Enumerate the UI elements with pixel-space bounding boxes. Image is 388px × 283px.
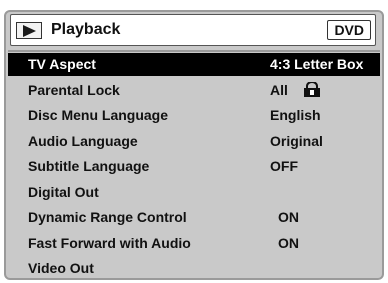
settings-menu: TV Aspect 4:3 Letter Box Parental Lock A… (8, 53, 380, 283)
menu-item-label: Digital Out (28, 183, 99, 200)
menu-item-label: Fast Forward with Audio (28, 234, 191, 251)
menu-item-value: All (270, 81, 288, 98)
menu-item-value: English (270, 107, 321, 123)
menu-item-value: 4:3 Letter Box (270, 56, 364, 72)
menu-item-value: ON (278, 209, 299, 225)
menu-item-tv-aspect[interactable]: TV Aspect 4:3 Letter Box (8, 53, 380, 76)
menu-item-label: Parental Lock (28, 81, 120, 98)
menu-item-audio-language[interactable]: Audio Language Original (8, 130, 380, 156)
menu-item-value: OFF (270, 158, 298, 174)
menu-item-video-out[interactable]: Video Out (8, 257, 380, 283)
menu-item-parental-lock[interactable]: Parental Lock All (8, 79, 380, 105)
menu-item-digital-out[interactable]: Digital Out (8, 181, 380, 207)
menu-item-value: ON (278, 234, 299, 251)
menu-item-label: Subtitle Language (28, 158, 150, 174)
menu-item-value: Original (270, 132, 323, 149)
menu-item-dynamic-range-control[interactable]: Dynamic Range Control ON (8, 206, 380, 232)
menu-item-label: Dynamic Range Control (28, 209, 187, 225)
lock-icon (304, 81, 320, 97)
play-icon (16, 22, 42, 39)
menu-item-disc-menu-language[interactable]: Disc Menu Language English (8, 104, 380, 130)
menu-item-label: Audio Language (28, 132, 138, 149)
menu-item-fast-forward-audio[interactable]: Fast Forward with Audio ON (8, 232, 380, 258)
dvd-badge: DVD (327, 20, 371, 40)
menu-title: Playback (51, 21, 121, 38)
menu-item-label: Disc Menu Language (28, 107, 169, 123)
menu-item-subtitle-language[interactable]: Subtitle Language OFF (8, 155, 380, 181)
menu-header: Playback DVD (10, 14, 376, 46)
menu-item-label: Video Out (28, 260, 94, 276)
header-divider (8, 50, 380, 52)
menu-item-label: TV Aspect (28, 56, 96, 72)
